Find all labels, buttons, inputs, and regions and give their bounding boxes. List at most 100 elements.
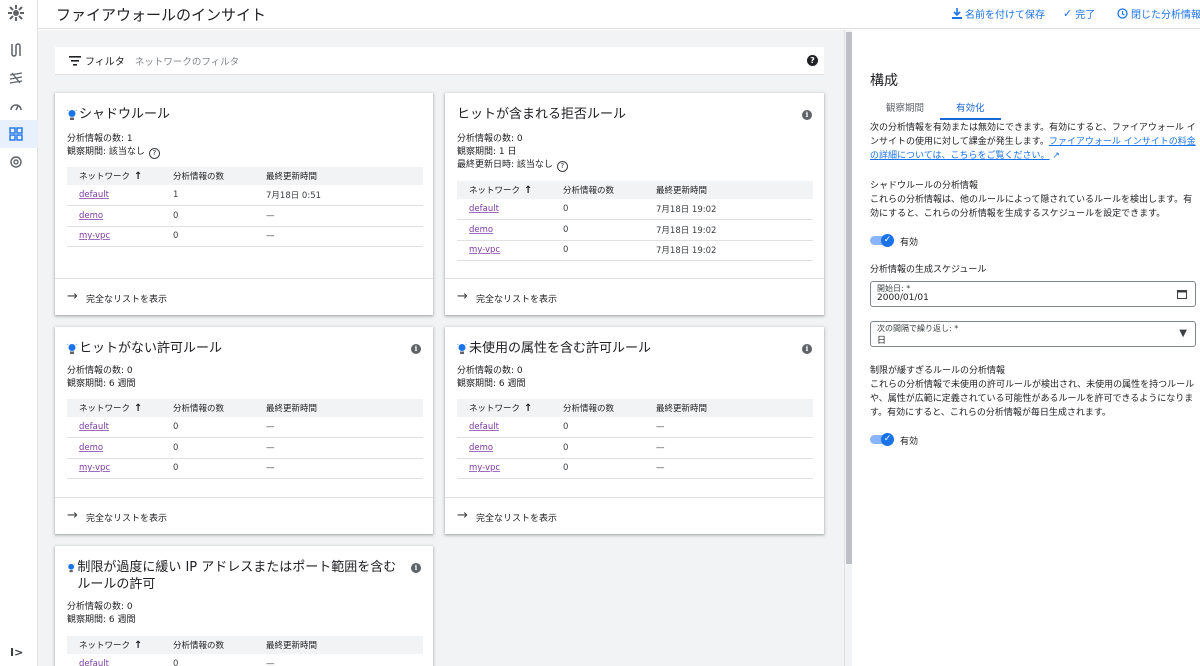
filter-input[interactable]: ネットワークのフィルタ [135,54,239,68]
card-title: シャドウルール [67,106,170,123]
network-link[interactable]: default [457,417,551,438]
info-icon[interactable]: i [802,344,812,354]
save-as-button[interactable]: 名前を付けて保存 [952,6,1045,21]
permissive-toggle[interactable]: ✓ [870,433,896,446]
lightbulb-icon [67,109,77,120]
view-full-list-link[interactable]: → 完全なリストを表示 [445,278,824,315]
sort-arrow-up-icon[interactable]: ↑ [134,640,142,651]
card-title: ヒットがない許可ルール [67,340,222,357]
insight-table: ネットワーク ↑ 分析情報の数 最終更新時間 default 1 7月18日 0:51… [67,167,423,247]
card-observation-period: 観察期間: 6 週間 [457,379,526,389]
col-count: 分析情報の数 [551,181,644,199]
closed-insights-button[interactable]: 閉じた分析情報 [1117,6,1200,21]
card-observation-period: 観察期間: 1 日 [457,147,517,157]
network-link[interactable]: my-vpc [67,458,161,479]
network-link[interactable]: my-vpc [457,458,551,479]
updated-cell: — [254,437,423,459]
filter-bar[interactable]: フィルタ ネットワークのフィルタ ? [55,47,824,75]
tab-observation-period[interactable]: 観察期間 [870,100,940,120]
network-link[interactable]: demo [457,437,551,459]
insight-card-shadow-rules: シャドウルール 分析情報の数: 1 観察期間: 該当なし? ネットワーク ↑ 分析… [55,93,433,315]
table-header-row: ネットワーク ↑ 分析情報の数 最終更新時間 [67,167,423,185]
insights-nav-icon[interactable] [0,120,38,148]
count-cell: 0 [161,654,254,666]
permissive-desc: これらの分析情報で未使用の許可ルールが検出され、未使用の属性を持つルールや、属性… [870,380,1195,418]
card-title-text: 未使用の属性を含む許可ルール [469,341,652,356]
insight-table: ネットワーク ↑ 分析情報の数 最終更新時間 default 0— demo 0— m… [67,399,423,479]
last-updated-text: 最終更新日時: 該当なし [457,160,553,170]
table-row: my-vpc 0 7月18日 19:02 [457,240,813,261]
col-count: 分析情報の数 [161,636,254,654]
sort-arrow-up-icon[interactable]: ↑ [134,171,142,182]
table-row: default 0— [67,654,423,666]
done-button[interactable]: ✓ 完了 [1063,6,1095,21]
network-link[interactable]: demo [457,219,551,241]
table-row: demo 0— [457,437,813,459]
table-row: default 0— [457,417,813,438]
shadow-toggle[interactable]: ✓ [870,234,896,247]
start-date-value: 2000/01/01 [877,293,929,303]
page-title: ファイアウォールのインサイト [56,6,267,24]
help-circle-icon[interactable]: ? [148,148,160,159]
network-link[interactable]: default [457,199,551,220]
network-link[interactable]: default [67,417,161,438]
product-logo-icon [8,5,24,21]
updated-cell: — [254,417,423,438]
view-full-list-label: 完全なリストを表示 [476,295,558,305]
col-network[interactable]: ネットワーク ↑ [67,636,161,654]
sort-arrow-up-icon[interactable]: ↑ [134,403,142,414]
config-panel: 構成 観察期間 有効化 次の分析情報を有効または無効にできます。有効にすると、フ… [852,30,1200,666]
insight-table: ネットワーク ↑ 分析情報の数 最終更新時間 default 0— [67,636,423,666]
col-updated: 最終更新時間 [254,167,423,185]
table-row: my-vpc 0— [67,458,423,479]
start-date-field[interactable]: 開始日: * 2000/01/01 [870,281,1196,307]
network-link[interactable]: demo [67,437,161,459]
col-count: 分析情報の数 [161,399,254,417]
main-scrollbar[interactable] [844,30,852,666]
tab-enablement[interactable]: 有効化 [940,100,1001,120]
sort-arrow-up-icon[interactable]: ↑ [524,403,532,414]
info-icon[interactable]: i [802,110,812,120]
col-network[interactable]: ネットワーク ↑ [67,399,161,417]
sort-arrow-up-icon[interactable]: ↑ [524,185,532,196]
col-network[interactable]: ネットワーク ↑ [67,167,161,185]
col-network[interactable]: ネットワーク ↑ [457,181,551,199]
insight-card-deny-rules-with-hits: ヒットが含まれる拒否ルール i 分析情報の数: 0 観察期間: 1 日 最終更新… [445,93,824,315]
permissive-heading: 制限が緩すぎるルールの分析情報 [870,366,1006,376]
analyzer-nav-icon[interactable] [9,155,23,169]
help-circle-icon[interactable]: ? [556,161,568,172]
calendar-icon[interactable] [1177,289,1187,299]
table-row: default 1 7月18日 0:51 [67,185,423,206]
updated-cell: — [644,458,813,479]
firewall-nav-icon[interactable] [9,71,23,85]
done-label: 完了 [1075,10,1096,21]
network-link[interactable]: my-vpc [457,240,551,261]
left-nav-rail: I> [0,0,38,666]
table-header-row: ネットワーク ↑ 分析情報の数 最終更新時間 [67,399,423,417]
filter-label: フィルタ [85,57,125,68]
view-full-list-link[interactable]: → 完全なリストを表示 [445,497,824,534]
col-count: 分析情報の数 [551,399,644,417]
performance-nav-icon[interactable] [9,99,23,113]
col-updated: 最終更新時間 [644,181,813,199]
info-icon[interactable]: i [411,563,421,573]
info-icon[interactable]: i [411,344,421,354]
repeat-select[interactable]: 次の間隔で繰り返し: * 日 ▼ [870,321,1196,347]
count-cell: 0 [551,240,644,261]
shadow-heading: シャドウルールの分析情報 [870,181,979,191]
network-link[interactable]: default [67,185,161,206]
card-title: 未使用の属性を含む許可ルール [457,340,651,357]
help-icon[interactable]: ? [807,55,818,66]
count-cell: 1 [161,185,254,206]
col-network[interactable]: ネットワーク ↑ [457,399,551,417]
view-full-list-link[interactable]: → 完全なリストを表示 [55,497,433,534]
routes-nav-icon[interactable] [9,43,23,57]
save-as-label: 名前を付けて保存 [965,10,1045,21]
network-link[interactable]: demo [67,205,161,227]
expand-rail-icon[interactable]: I> [10,646,23,659]
card-insight-count: 分析情報の数: 1 [67,134,133,144]
intro-text: 次の分析情報を有効または無効にできます。有効にすると、ファイアウォール インサイ… [870,121,1196,163]
network-link[interactable]: my-vpc [67,226,161,247]
network-link[interactable]: default [67,654,161,666]
view-full-list-link[interactable]: → 完全なリストを表示 [55,278,433,315]
